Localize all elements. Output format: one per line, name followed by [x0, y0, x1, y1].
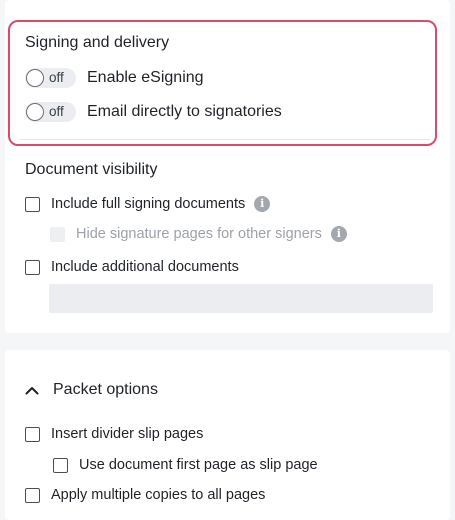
esigning-toggle[interactable]: off [25, 68, 76, 88]
first-page-slip-checkbox[interactable] [53, 457, 68, 473]
toggle-row-email[interactable]: off Email directly to signatories [25, 101, 282, 123]
esigning-label: Enable eSigning [87, 69, 204, 86]
additional-docs-field[interactable] [49, 284, 433, 313]
full-docs-row[interactable]: Include full signing documents i [25, 194, 271, 214]
email-signatories-toggle[interactable]: off [25, 102, 76, 122]
section-divider [20, 139, 430, 140]
divider-slip-label: Insert divider slip pages [51, 426, 204, 442]
visibility-section-title: Document visibility [25, 161, 158, 178]
multiple-copies-row[interactable]: Apply multiple copies to all pages [25, 485, 265, 505]
toggle-knob [26, 103, 44, 121]
chevron-up-icon[interactable] [22, 380, 42, 400]
full-docs-checkbox[interactable] [25, 196, 40, 212]
toggle-knob [26, 69, 44, 87]
multiple-copies-label: Apply multiple copies to all pages [51, 487, 266, 503]
email-signatories-label: Email directly to signatories [87, 103, 282, 120]
first-page-slip-row[interactable]: Use document first page as slip page [53, 455, 318, 475]
first-page-slip-label: Use document first page as slip page [79, 457, 318, 473]
toggle-state-text: off [49, 70, 64, 85]
toggle-state-text: off [49, 104, 64, 119]
toggle-row-esigning[interactable]: off Enable eSigning [25, 67, 204, 89]
info-icon[interactable]: i [254, 196, 271, 212]
full-docs-label: Include full signing documents [51, 196, 246, 212]
multiple-copies-checkbox[interactable] [25, 487, 40, 503]
signing-section-title: Signing and delivery [25, 34, 170, 51]
additional-docs-label: Include additional documents [51, 259, 239, 275]
additional-docs-checkbox[interactable] [25, 259, 40, 275]
divider-slip-row[interactable]: Insert divider slip pages [25, 424, 203, 444]
info-icon[interactable]: i [330, 226, 347, 242]
packet-section-title[interactable]: Packet options [53, 380, 158, 400]
hide-sig-checkbox [50, 226, 65, 242]
additional-docs-row[interactable]: Include additional documents [25, 257, 239, 277]
hide-sig-row: Hide signature pages for other signers i [50, 224, 347, 244]
divider-slip-checkbox[interactable] [25, 426, 40, 442]
hide-sig-label: Hide signature pages for other signers [76, 226, 322, 242]
